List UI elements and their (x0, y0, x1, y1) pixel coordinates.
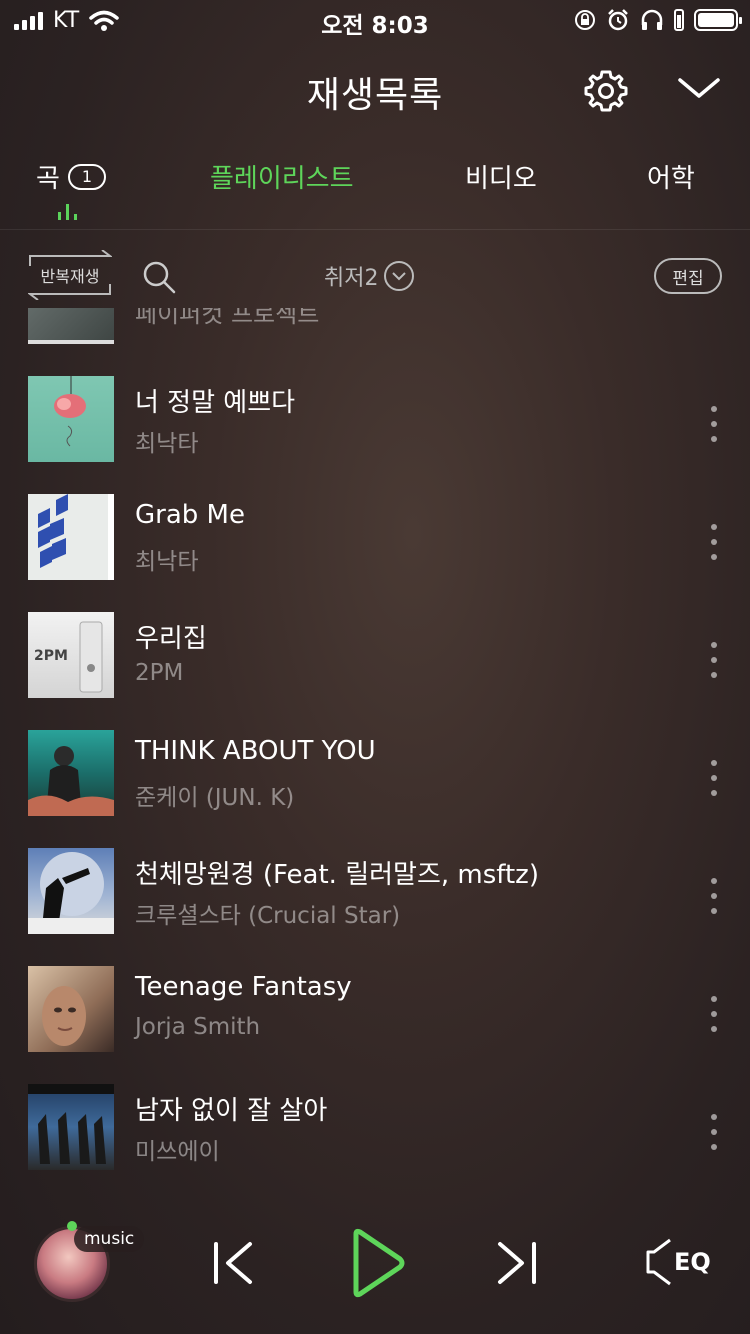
settings-gear-icon[interactable] (583, 68, 629, 114)
now-playing-equalizer-icon (58, 204, 77, 220)
more-options-icon[interactable] (704, 760, 724, 796)
song-title: Teenage Fantasy (135, 972, 352, 1002)
more-options-icon[interactable] (704, 996, 724, 1032)
alarm-icon (608, 9, 628, 31)
song-title: 페이퍼컷 프로젝트 (135, 308, 320, 328)
list-item[interactable]: 천체망원경 (Feat. 릴러말즈, msftz) 크루셜스타 (Crucial… (0, 848, 750, 966)
tab-playlist[interactable]: 플레이리스트 (210, 158, 354, 195)
rotation-lock-icon (575, 10, 595, 30)
status-dot (67, 1221, 77, 1231)
album-art (28, 376, 114, 462)
collapse-chevron-icon[interactable] (676, 72, 722, 106)
status-bar: KT 오전 8:03 (0, 0, 750, 40)
album-art (28, 730, 114, 816)
song-artist: 2PM (135, 660, 184, 686)
equalizer-label: EQ (674, 1248, 711, 1276)
chevron-down-icon (384, 261, 415, 291)
song-artist: 최낙타 (135, 549, 199, 575)
more-options-icon[interactable] (704, 642, 724, 678)
list-item[interactable]: Grab Me 최낙타 (0, 494, 750, 612)
player-bar: music EQ (0, 1200, 750, 1334)
tab-bar: 곡 1 플레이리스트 비디오 어학 (0, 150, 750, 230)
repeat-label: 반복재생 (40, 267, 100, 286)
tab-songs-count-badge: 1 (67, 163, 106, 190)
album-art (28, 494, 114, 580)
song-title: 남자 없이 잘 살아 (135, 1096, 328, 1126)
list-item[interactable]: 남자 없이 잘 살아 미쓰에이 (0, 1084, 750, 1188)
edit-button[interactable]: 편집 (654, 258, 722, 294)
previous-track-icon[interactable] (210, 1240, 256, 1286)
tab-language[interactable]: 어학 (647, 158, 695, 195)
more-options-icon[interactable] (704, 878, 724, 914)
song-artist: 준케이 (JUN. K) (135, 785, 295, 811)
song-title: 너 정말 예쁘다 (135, 388, 296, 418)
next-track-icon[interactable] (494, 1240, 540, 1286)
song-title: 천체망원경 (Feat. 릴러말즈, msftz) (135, 860, 539, 890)
song-artist: 최낙타 (135, 431, 199, 457)
search-icon[interactable] (142, 260, 176, 294)
repeat-button[interactable]: 반복재생 (28, 250, 112, 300)
equalizer-button[interactable]: EQ (644, 1236, 714, 1288)
sort-label: 취저2 (324, 266, 379, 291)
list-item[interactable]: 2PM 우리집 2PM (0, 612, 750, 730)
list-item[interactable]: THINK ABOUT YOU 준케이 (JUN. K) (0, 730, 750, 848)
list-item[interactable]: Teenage Fantasy Jorja Smith (0, 966, 750, 1084)
song-title: 우리집 (135, 624, 207, 654)
sort-dropdown[interactable]: 취저2 (324, 260, 415, 292)
song-title: THINK ABOUT YOU (135, 736, 376, 766)
headphone-battery-icon (674, 9, 684, 31)
playlist-toolbar: 반복재생 취저2 편집 (0, 248, 750, 304)
headphones-icon (641, 9, 663, 30)
tab-songs[interactable]: 곡 1 (36, 158, 106, 195)
tab-songs-label: 곡 (36, 164, 60, 194)
status-right (574, 8, 742, 32)
page-title: 재생목록 (306, 75, 444, 116)
album-art (28, 848, 114, 934)
play-icon[interactable] (350, 1228, 406, 1298)
song-title: Grab Me (135, 500, 245, 530)
tab-video[interactable]: 비디오 (465, 158, 537, 195)
album-art (28, 1084, 114, 1170)
battery-icon (694, 9, 742, 31)
album-art: 2PM (28, 612, 114, 698)
album-art (28, 966, 114, 1052)
song-artist: Jorja Smith (135, 1014, 261, 1040)
list-item-partial[interactable]: 페이퍼컷 프로젝트 (0, 308, 750, 354)
more-options-icon[interactable] (704, 406, 724, 442)
more-options-icon[interactable] (704, 524, 724, 560)
song-artist: 미쓰에이 (135, 1139, 220, 1165)
album-art (28, 308, 114, 344)
svg-text:2PM: 2PM (34, 648, 68, 664)
list-item[interactable]: 너 정말 예쁘다 최낙타 (0, 376, 750, 494)
source-tag: music (74, 1226, 145, 1252)
header: 재생목록 (0, 60, 750, 120)
more-options-icon[interactable] (704, 1114, 724, 1150)
song-artist: 크루셜스타 (Crucial Star) (135, 903, 401, 929)
song-list: 페이퍼컷 프로젝트 너 정말 예쁘다 최낙타 Grab Me 최낙타 2PM 우… (0, 308, 750, 1188)
